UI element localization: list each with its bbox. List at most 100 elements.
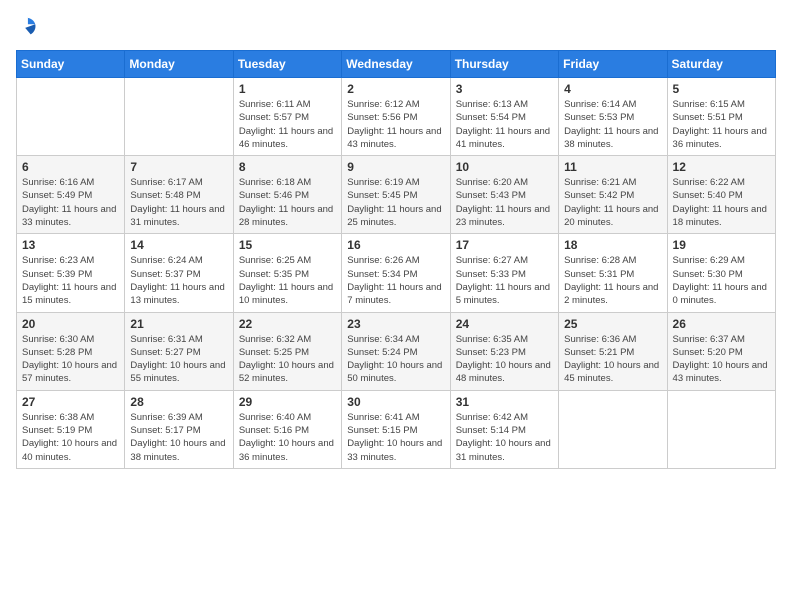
day-number: 18	[564, 238, 661, 252]
day-number: 29	[239, 395, 336, 409]
calendar-week-row: 1 Sunrise: 6:11 AMSunset: 5:57 PMDaylight…	[17, 78, 776, 156]
calendar-day-cell	[125, 78, 233, 156]
day-info: Sunrise: 6:36 AMSunset: 5:21 PMDaylight:…	[564, 333, 661, 386]
calendar-table: SundayMondayTuesdayWednesdayThursdayFrid…	[16, 50, 776, 469]
day-info: Sunrise: 6:15 AMSunset: 5:51 PMDaylight:…	[673, 98, 770, 151]
day-info: Sunrise: 6:35 AMSunset: 5:23 PMDaylight:…	[456, 333, 553, 386]
day-info: Sunrise: 6:31 AMSunset: 5:27 PMDaylight:…	[130, 333, 227, 386]
day-number: 10	[456, 160, 553, 174]
calendar-day-cell: 13 Sunrise: 6:23 AMSunset: 5:39 PMDayligh…	[17, 234, 125, 312]
day-info: Sunrise: 6:42 AMSunset: 5:14 PMDaylight:…	[456, 411, 553, 464]
calendar-day-cell: 30 Sunrise: 6:41 AMSunset: 5:15 PMDayligh…	[342, 390, 450, 468]
day-number: 19	[673, 238, 770, 252]
day-info: Sunrise: 6:26 AMSunset: 5:34 PMDaylight:…	[347, 254, 444, 307]
calendar-body: 1 Sunrise: 6:11 AMSunset: 5:57 PMDaylight…	[17, 78, 776, 469]
calendar-day-cell: 29 Sunrise: 6:40 AMSunset: 5:16 PMDayligh…	[233, 390, 341, 468]
day-info: Sunrise: 6:27 AMSunset: 5:33 PMDaylight:…	[456, 254, 553, 307]
weekday-header-cell: Sunday	[17, 51, 125, 78]
day-number: 24	[456, 317, 553, 331]
header	[16, 16, 776, 38]
day-info: Sunrise: 6:37 AMSunset: 5:20 PMDaylight:…	[673, 333, 770, 386]
day-number: 6	[22, 160, 119, 174]
calendar-day-cell: 14Sunrise: 6:24 AMSunset: 5:37 PMDayligh…	[125, 234, 233, 312]
day-info: Sunrise: 6:16 AMSunset: 5:49 PMDaylight:…	[22, 176, 119, 229]
calendar-day-cell: 22 Sunrise: 6:32 AMSunset: 5:25 PMDayligh…	[233, 312, 341, 390]
calendar-day-cell: 9 Sunrise: 6:19 AMSunset: 5:45 PMDaylight…	[342, 156, 450, 234]
day-number: 4	[564, 82, 661, 96]
day-number: 12	[673, 160, 770, 174]
calendar-day-cell: 20 Sunrise: 6:30 AMSunset: 5:28 PMDayligh…	[17, 312, 125, 390]
day-info: Sunrise: 6:22 AMSunset: 5:40 PMDaylight:…	[673, 176, 770, 229]
day-number: 11	[564, 160, 661, 174]
calendar-day-cell: 8 Sunrise: 6:18 AMSunset: 5:46 PMDaylight…	[233, 156, 341, 234]
day-number: 27	[22, 395, 119, 409]
day-info: Sunrise: 6:12 AMSunset: 5:56 PMDaylight:…	[347, 98, 444, 151]
day-number: 8	[239, 160, 336, 174]
day-info: Sunrise: 6:40 AMSunset: 5:16 PMDaylight:…	[239, 411, 336, 464]
day-info: Sunrise: 6:18 AMSunset: 5:46 PMDaylight:…	[239, 176, 336, 229]
calendar-day-cell: 7Sunrise: 6:17 AMSunset: 5:48 PMDaylight…	[125, 156, 233, 234]
weekday-header-cell: Tuesday	[233, 51, 341, 78]
calendar-day-cell: 4 Sunrise: 6:14 AMSunset: 5:53 PMDaylight…	[559, 78, 667, 156]
day-number: 30	[347, 395, 444, 409]
calendar-day-cell: 24 Sunrise: 6:35 AMSunset: 5:23 PMDayligh…	[450, 312, 558, 390]
day-info: Sunrise: 6:30 AMSunset: 5:28 PMDaylight:…	[22, 333, 119, 386]
day-info: Sunrise: 6:21 AMSunset: 5:42 PMDaylight:…	[564, 176, 661, 229]
calendar-week-row: 20 Sunrise: 6:30 AMSunset: 5:28 PMDayligh…	[17, 312, 776, 390]
calendar-day-cell: 3 Sunrise: 6:13 AMSunset: 5:54 PMDaylight…	[450, 78, 558, 156]
calendar-day-cell: 1 Sunrise: 6:11 AMSunset: 5:57 PMDaylight…	[233, 78, 341, 156]
logo-icon	[16, 16, 38, 38]
day-info: Sunrise: 6:11 AMSunset: 5:57 PMDaylight:…	[239, 98, 336, 151]
day-info: Sunrise: 6:34 AMSunset: 5:24 PMDaylight:…	[347, 333, 444, 386]
calendar-day-cell: 12 Sunrise: 6:22 AMSunset: 5:40 PMDayligh…	[667, 156, 775, 234]
day-number: 3	[456, 82, 553, 96]
day-number: 17	[456, 238, 553, 252]
calendar-day-cell	[559, 390, 667, 468]
calendar-day-cell: 23 Sunrise: 6:34 AMSunset: 5:24 PMDayligh…	[342, 312, 450, 390]
day-number: 25	[564, 317, 661, 331]
calendar-day-cell: 2 Sunrise: 6:12 AMSunset: 5:56 PMDaylight…	[342, 78, 450, 156]
day-info: Sunrise: 6:13 AMSunset: 5:54 PMDaylight:…	[456, 98, 553, 151]
day-info: Sunrise: 6:14 AMSunset: 5:53 PMDaylight:…	[564, 98, 661, 151]
day-number: 21	[130, 317, 227, 331]
day-number: 22	[239, 317, 336, 331]
calendar-day-cell: 28Sunrise: 6:39 AMSunset: 5:17 PMDayligh…	[125, 390, 233, 468]
day-info: Sunrise: 6:19 AMSunset: 5:45 PMDaylight:…	[347, 176, 444, 229]
day-number: 26	[673, 317, 770, 331]
weekday-header-cell: Wednesday	[342, 51, 450, 78]
calendar-day-cell: 17 Sunrise: 6:27 AMSunset: 5:33 PMDayligh…	[450, 234, 558, 312]
day-info: Sunrise: 6:32 AMSunset: 5:25 PMDaylight:…	[239, 333, 336, 386]
calendar-day-cell: 19Sunrise: 6:29 AMSunset: 5:30 PMDayligh…	[667, 234, 775, 312]
day-number: 15	[239, 238, 336, 252]
day-info: Sunrise: 6:23 AMSunset: 5:39 PMDaylight:…	[22, 254, 119, 307]
day-number: 28	[130, 395, 227, 409]
day-info: Sunrise: 6:28 AMSunset: 5:31 PMDaylight:…	[564, 254, 661, 307]
day-info: Sunrise: 6:20 AMSunset: 5:43 PMDaylight:…	[456, 176, 553, 229]
weekday-header-cell: Thursday	[450, 51, 558, 78]
weekday-header-row: SundayMondayTuesdayWednesdayThursdayFrid…	[17, 51, 776, 78]
day-number: 9	[347, 160, 444, 174]
calendar-week-row: 6 Sunrise: 6:16 AMSunset: 5:49 PMDaylight…	[17, 156, 776, 234]
day-number: 16	[347, 238, 444, 252]
calendar-day-cell	[667, 390, 775, 468]
day-info: Sunrise: 6:25 AMSunset: 5:35 PMDaylight:…	[239, 254, 336, 307]
logo	[16, 16, 38, 38]
day-number: 14	[130, 238, 227, 252]
day-number: 13	[22, 238, 119, 252]
calendar-day-cell: 25 Sunrise: 6:36 AMSunset: 5:21 PMDayligh…	[559, 312, 667, 390]
calendar-day-cell: 15 Sunrise: 6:25 AMSunset: 5:35 PMDayligh…	[233, 234, 341, 312]
day-number: 23	[347, 317, 444, 331]
calendar-day-cell: 31Sunrise: 6:42 AMSunset: 5:14 PMDayligh…	[450, 390, 558, 468]
calendar-day-cell: 18 Sunrise: 6:28 AMSunset: 5:31 PMDayligh…	[559, 234, 667, 312]
day-number: 1	[239, 82, 336, 96]
calendar-day-cell: 21 Sunrise: 6:31 AMSunset: 5:27 PMDayligh…	[125, 312, 233, 390]
day-info: Sunrise: 6:17 AMSunset: 5:48 PMDaylight:…	[130, 176, 227, 229]
day-number: 20	[22, 317, 119, 331]
calendar-day-cell: 26 Sunrise: 6:37 AMSunset: 5:20 PMDayligh…	[667, 312, 775, 390]
calendar-week-row: 27Sunrise: 6:38 AMSunset: 5:19 PMDayligh…	[17, 390, 776, 468]
day-number: 2	[347, 82, 444, 96]
weekday-header-cell: Monday	[125, 51, 233, 78]
calendar-day-cell: 27Sunrise: 6:38 AMSunset: 5:19 PMDayligh…	[17, 390, 125, 468]
weekday-header-cell: Friday	[559, 51, 667, 78]
day-info: Sunrise: 6:41 AMSunset: 5:15 PMDaylight:…	[347, 411, 444, 464]
